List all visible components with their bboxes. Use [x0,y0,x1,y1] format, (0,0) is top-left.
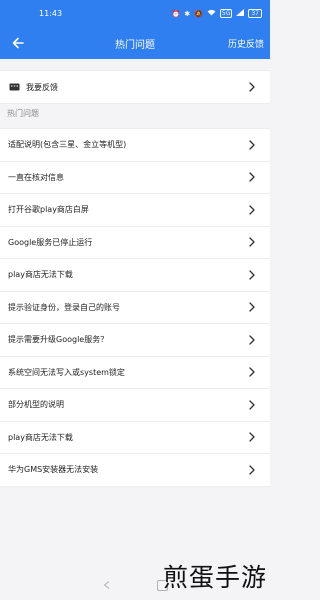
list-item[interactable]: 华为GMS安装器无法安装 [0,454,270,487]
list-item[interactable]: 提示验证身份，登录自己的账号 [0,292,270,324]
list-item-label: 部分机型的说明 [8,400,64,410]
list-item-label: 提示需要升级Google服务？ [8,335,109,345]
status-icons: ⏰ ✱ 🔕 5G 37 [172,9,262,18]
list-item-label: play商店无法下载 [8,270,73,280]
list-item[interactable]: 部分机型的说明 [0,389,270,422]
chevron-right-icon [249,400,255,410]
list-item[interactable]: 一直在核对信息 [0,162,270,194]
chevron-right-icon [249,237,255,247]
signal-icon [236,9,245,18]
chevron-right-icon [249,367,255,377]
status-time: 11:43 [39,9,63,18]
list-item[interactable]: Google服务已停止运行 [0,227,270,259]
list-item[interactable]: play商店无法下载 [0,259,270,292]
list-item[interactable]: 提示需要升级Google服务？ [0,324,270,357]
chevron-right-icon [249,82,255,92]
back-button[interactable] [8,33,28,53]
wifi-icon [207,9,216,18]
watermark: 煎蛋手游 [162,563,267,592]
app-bar: 热门问题 历史反馈 [0,27,270,59]
chevron-right-icon [249,465,255,475]
list-item-label: 一直在核对信息 [8,172,64,182]
chevron-right-icon [249,270,255,280]
faq-list: 适配说明(包含三星、金立等机型) 一直在核对信息 打开谷歌play商店白屏 Go… [0,128,270,487]
list-item-label: 华为GMS安装器无法安装 [8,465,99,475]
list-item[interactable]: 适配说明(包含三星、金立等机型) [0,129,270,162]
chevron-right-icon [249,432,255,442]
chevron-right-icon [249,140,255,150]
list-item[interactable]: 系统空间无法写入或system锁定 [0,357,270,389]
history-feedback-link[interactable]: 历史反馈 [228,37,264,50]
feedback-icon [8,83,20,92]
list-item-label: 打开谷歌play商店白屏 [8,205,89,215]
network-badge: 5G [219,9,233,18]
list-item-label: 系统空间无法写入或system锁定 [8,367,125,377]
list-item[interactable]: play商店无法下载 [0,422,270,454]
status-bar: 11:43 ⏰ ✱ 🔕 5G 37 [0,0,270,27]
chevron-right-icon [249,302,255,312]
alarm-icon: ⏰ [171,9,181,18]
list-item-label: play商店无法下载 [8,432,73,442]
section-header: 热门问题 [7,109,39,118]
nav-back-icon[interactable] [102,580,112,590]
feedback-label: 我要反馈 [26,82,58,92]
chevron-right-icon [249,172,255,182]
arrow-left-icon [12,37,24,49]
chevron-right-icon [249,335,255,345]
list-item-label: 适配说明(包含三星、金立等机型) [8,140,127,150]
list-item-label: Google服务已停止运行 [8,237,93,247]
bluetooth-icon: ✱ [184,9,191,18]
list-item[interactable]: 打开谷歌play商店白屏 [0,194,270,227]
feedback-row[interactable]: 我要反馈 [0,70,270,104]
battery-indicator: 37 [248,9,262,18]
chevron-right-icon [249,205,255,215]
list-item-label: 提示验证身份，登录自己的账号 [8,302,120,312]
mute-icon: 🔕 [194,9,203,18]
